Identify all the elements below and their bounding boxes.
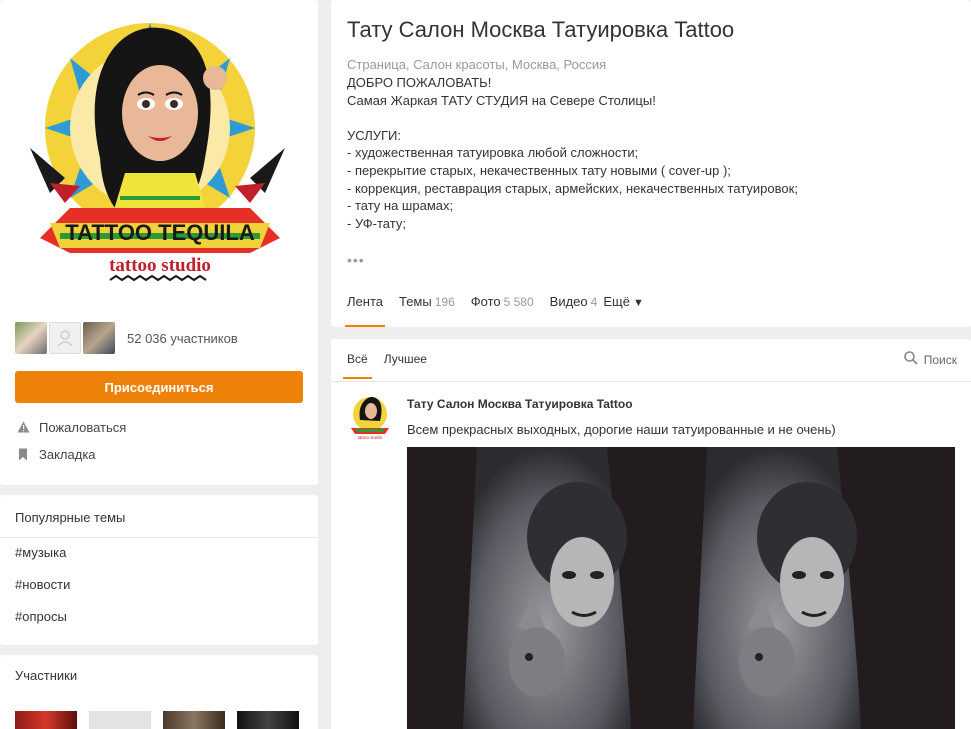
member-avatar[interactable]: [15, 322, 47, 354]
search-label: Поиск: [923, 352, 957, 367]
participant-photo[interactable]: [163, 711, 225, 729]
members-row[interactable]: 52 036 участников: [15, 322, 238, 354]
divider: [0, 537, 318, 538]
feed-tabs: Всё Лучшее: [343, 352, 443, 379]
tab-label: Ещё: [603, 294, 630, 309]
warning-icon: [15, 419, 31, 435]
svg-text:tattoo studio: tattoo studio: [358, 436, 383, 440]
tab-count: 5 580: [503, 295, 534, 309]
description-line: УСЛУГИ:: [347, 127, 401, 143]
member-avatar-placeholder[interactable]: [49, 322, 81, 354]
description-line: - тату на шрамах;: [347, 198, 454, 214]
feed-card: Всё Лучшее Поиск tattoo studio Тату Сало…: [331, 339, 971, 729]
description-line: ДОБРО ПОЖАЛОВАТЬ!: [347, 75, 492, 90]
topic-link[interactable]: #опросы: [15, 609, 67, 624]
tab-topics[interactable]: Темы 196: [399, 294, 455, 327]
group-logo[interactable]: TATTOO TEQUILA tattoo studio: [10, 8, 310, 308]
description-line: - перекрытие старых, некачественных тату…: [347, 162, 731, 178]
tab-count: 196: [434, 295, 455, 309]
topic-link[interactable]: #новости: [15, 577, 70, 592]
group-subtitle: Страница, Салон красоты, Москва, Россия: [347, 57, 607, 72]
bookmark-link[interactable]: Закладка: [15, 446, 96, 462]
caret-down-icon: ▼: [632, 297, 644, 309]
description-line: - УФ-тату;: [347, 215, 406, 231]
feed-tab-best[interactable]: Лучшее: [384, 352, 427, 379]
group-description: ДОБРО ПОЖАЛОВАТЬ! Самая Жаркая ТАТУ СТУД…: [347, 74, 947, 234]
group-header-card: Тату Салон Москва Татуировка Tattoo Стра…: [331, 0, 971, 327]
tab-label: Фото: [470, 294, 501, 309]
members-count[interactable]: 52 036 участников: [127, 331, 238, 346]
description-line: - коррекция, реставрация старых, армейск…: [347, 180, 798, 196]
post-author[interactable]: Тату Салон Москва Татуировка Tattoo: [407, 397, 633, 411]
tab-photos[interactable]: Фото 5 580: [471, 294, 534, 327]
participants-card: Участники: [0, 655, 318, 729]
tab-label: Темы: [398, 294, 432, 309]
participants-title: Участники: [15, 668, 78, 683]
tab-count: 4: [590, 295, 598, 309]
bookmark-icon: [15, 446, 31, 462]
user-icon: [57, 330, 73, 347]
description-line: Самая Жаркая ТАТУ СТУДИЯ на Севере Столи…: [347, 92, 656, 108]
post-photo[interactable]: [407, 447, 955, 729]
description-line: [347, 109, 947, 127]
svg-text:tattoo studio: tattoo studio: [109, 255, 211, 276]
report-label: Пожаловаться: [39, 419, 127, 435]
report-link[interactable]: Пожаловаться: [15, 419, 126, 435]
svg-text:TATTOO TEQUILA: TATTOO TEQUILA: [65, 220, 255, 245]
feed-search[interactable]: Поиск: [903, 351, 957, 368]
profile-card: TATTOO TEQUILA tattoo studio 52 036 учас…: [0, 0, 318, 485]
divider: [331, 381, 971, 382]
member-avatar[interactable]: [83, 322, 115, 354]
group-title: Тату Салон Москва Татуировка Tattoo: [347, 17, 735, 42]
tab-feed[interactable]: Лента: [345, 294, 385, 327]
post-author-avatar[interactable]: tattoo studio: [347, 394, 393, 441]
tab-more[interactable]: Ещё ▼: [603, 294, 644, 327]
tab-label: Лента: [347, 294, 383, 309]
tab-label: Видео: [549, 294, 588, 309]
popular-topics-title: Популярные темы: [15, 510, 126, 525]
participant-photo[interactable]: [89, 711, 151, 729]
post-text: Всем прекрасных выходных, дорогие наши т…: [407, 422, 836, 437]
group-tabs: Лента Темы 196 Фото 5 580 Видео 4 Ещё ▼: [345, 294, 660, 327]
join-button[interactable]: Присоединиться: [15, 371, 303, 403]
description-line: - художественная татуировка любой сложно…: [347, 145, 639, 161]
bookmark-label: Закладка: [39, 446, 96, 462]
tab-videos[interactable]: Видео 4: [550, 294, 598, 327]
search-icon: [903, 351, 918, 368]
topic-link[interactable]: #музыка: [15, 545, 66, 560]
participant-photo[interactable]: [15, 711, 77, 729]
participant-photo[interactable]: [237, 711, 299, 729]
more-description-button[interactable]: •••: [347, 252, 365, 268]
feed-tab-all[interactable]: Всё: [343, 352, 372, 379]
